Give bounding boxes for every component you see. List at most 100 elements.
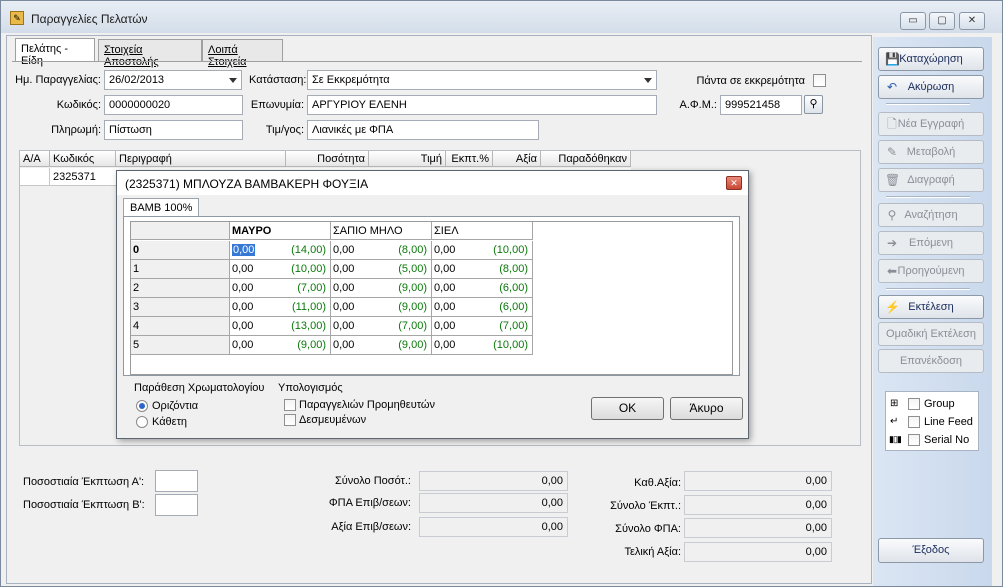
col-header-aa[interactable]: Α/Α [20, 151, 50, 167]
size-color-matrix[interactable]: ΜΑΥΡΟ ΣΑΠΙΟ ΜΗΛΟ ΣΙΕΛ 0 0,00 (14,00) 0,00 (8… [130, 221, 733, 375]
matrix-cell[interactable]: 0,00 (7,00) [432, 317, 533, 336]
final-value-field: 0,00 [684, 542, 832, 562]
matrix-cell[interactable]: 0,00 (13,00) [230, 317, 331, 336]
search-button[interactable]: ⚲ Αναζήτηση [878, 203, 984, 227]
final-value-label: Τελική Αξία: [624, 546, 681, 558]
layout-group-label: Παράθεση Χρωματολογίου [134, 382, 265, 394]
vertical-radio[interactable] [136, 416, 148, 428]
payment-field[interactable]: Πίστωση [104, 120, 243, 140]
cell-quantity: 0,00 [232, 339, 254, 351]
dialog-close-button[interactable]: ✕ [726, 176, 742, 190]
matrix-cell[interactable]: 0,00 (5,00) [331, 260, 432, 279]
matrix-cell[interactable]: 0,00 (9,00) [331, 279, 432, 298]
cancel-button[interactable]: ↶ Ακύρωση [878, 75, 984, 99]
execute-button[interactable]: ⚡ Εκτέλεση [878, 295, 984, 319]
horizontal-label: Οριζόντια [152, 400, 199, 412]
exit-button[interactable]: Έξοδος [878, 538, 984, 563]
color-header: ΣΙΕΛ [432, 222, 533, 240]
name-field[interactable]: ΑΡΓΥΡΙΟΥ ΕΛΕΝΗ [307, 95, 657, 115]
col-header-code[interactable]: Κωδικός [50, 151, 116, 167]
matrix-cell[interactable]: 0,00 (8,00) [432, 260, 533, 279]
cell-quantity: 0,00 [333, 339, 355, 351]
tab-customer-items[interactable]: Πελάτης - Είδη [15, 38, 95, 67]
always-pending-checkbox[interactable] [813, 74, 826, 87]
reprint-button[interactable]: Επανέκδοση [878, 349, 984, 373]
matrix-cell[interactable]: 0,00 (10,00) [230, 260, 331, 279]
col-header-description[interactable]: Περιγραφή [116, 151, 286, 167]
maximize-button[interactable]: ▢ [929, 12, 955, 30]
size-row-header: 2 [131, 279, 230, 298]
matrix-cell[interactable]: 0,00 (9,00) [230, 336, 331, 355]
cell-stock: (9,00) [297, 339, 326, 351]
sum-vat-label: Σύνολο ΦΠΑ: [615, 523, 681, 535]
discount-a-field[interactable] [155, 470, 198, 492]
col-header-discount[interactable]: Εκπτ.% [446, 151, 493, 167]
matrix-cell[interactable]: 0,00 (11,00) [230, 298, 331, 317]
tab-material[interactable]: ΒΑΜΒ 100% [123, 198, 200, 217]
group-checkbox[interactable] [908, 398, 920, 410]
col-header-delivered[interactable]: Παραδόθηκαν [541, 151, 631, 167]
cell-quantity: 0,00 [333, 244, 355, 256]
net-value-field: 0,00 [684, 471, 832, 491]
cell-quantity: 0,00 [434, 282, 456, 294]
previous-button[interactable]: ⬅ Προηγούμενη [878, 259, 984, 283]
matrix-cell[interactable]: 0,00 (9,00) [331, 298, 432, 317]
save-button[interactable]: 💾 Καταχώρηση [878, 47, 984, 71]
horizontal-radio[interactable] [136, 400, 148, 412]
status-label: Κατάσταση: [249, 74, 307, 86]
barcode-icon: ▮▯▮ [889, 434, 902, 444]
matrix-cell[interactable]: 0,00 (9,00) [331, 336, 432, 355]
cell-stock: (13,00) [291, 320, 326, 332]
tab-other[interactable]: Λοιπά Στοιχεία [202, 39, 283, 68]
new-record-button[interactable]: 🗋 Νέα Εγγραφή [878, 112, 984, 136]
afm-label: Α.Φ.Μ.: [679, 99, 717, 111]
next-button[interactable]: ➔ Επόμενη [878, 231, 984, 255]
vat-charges-label: ΦΠΑ Επιβ/σεων: [328, 497, 411, 509]
delete-button[interactable]: 🗑 Διαγραφή [878, 168, 984, 192]
col-header-value[interactable]: Αξία [493, 151, 541, 167]
col-header-price[interactable]: Τιμή [369, 151, 446, 167]
serial-checkbox[interactable] [908, 434, 920, 446]
group-execute-button[interactable]: Ομαδική Εκτέλεση [878, 322, 984, 346]
reserved-checkbox[interactable] [284, 414, 296, 426]
matrix-cell[interactable]: 0,00 (10,00) [432, 241, 533, 260]
discount-b-field[interactable] [155, 494, 198, 516]
tab-shipping[interactable]: Στοιχεία Αποστολής [98, 39, 202, 68]
print-options: ⊞ Group ↵ Line Feed ▮▯▮ Serial No [885, 391, 979, 451]
matrix-cell[interactable]: 0,00 (6,00) [432, 279, 533, 298]
sum-discount-field: 0,00 [684, 495, 832, 515]
search-icon[interactable]: ⚲ [804, 95, 823, 114]
delete-icon: 🗑 [885, 173, 901, 187]
order-date-field[interactable]: 26/02/2013 [104, 70, 242, 90]
cell-stock: (9,00) [398, 301, 427, 313]
sum-discount-label: Σύνολο Έκπτ.: [610, 500, 681, 512]
cancel-dialog-button[interactable]: Άκυρο [670, 397, 743, 420]
name-label: Επωνυμία: [250, 99, 304, 111]
status-select[interactable]: Σε Εκκρεμότητα [307, 70, 657, 90]
matrix-cell[interactable]: 0,00 (8,00) [331, 241, 432, 260]
linefeed-label: Line Feed [924, 416, 973, 428]
matrix-cell[interactable]: 0,00 (6,00) [432, 298, 533, 317]
net-value-label: Καθ.Αξία: [634, 477, 681, 489]
col-header-quantity[interactable]: Ποσότητα [286, 151, 369, 167]
code-field[interactable]: 0000000020 [104, 95, 243, 115]
supplier-orders-checkbox[interactable] [284, 399, 296, 411]
matrix-cell[interactable]: 0,00 (7,00) [230, 279, 331, 298]
matrix-corner [131, 222, 230, 240]
cell-stock: (8,00) [499, 263, 528, 275]
ok-button[interactable]: OK [591, 397, 664, 420]
linefeed-icon: ↵ [890, 416, 899, 427]
pricelist-field[interactable]: Λιανικές με ΦΠΑ [307, 120, 539, 140]
cell-stock: (5,00) [398, 263, 427, 275]
minimize-button[interactable]: ▭ [900, 12, 926, 30]
edit-button[interactable]: ✎ Μεταβολή [878, 140, 984, 164]
matrix-cell[interactable]: 0,00 (10,00) [432, 336, 533, 355]
linefeed-checkbox[interactable] [908, 416, 920, 428]
cell-quantity: 0,00 [333, 282, 355, 294]
close-button[interactable]: ✕ [959, 12, 985, 30]
cell-stock: (9,00) [398, 282, 427, 294]
afm-field[interactable]: 999521458 [720, 95, 802, 115]
matrix-cell[interactable]: 0,00 (7,00) [331, 317, 432, 336]
matrix-cell[interactable]: 0,00 (14,00) [230, 241, 331, 260]
arrow-left-icon: ⬅ [886, 264, 898, 278]
